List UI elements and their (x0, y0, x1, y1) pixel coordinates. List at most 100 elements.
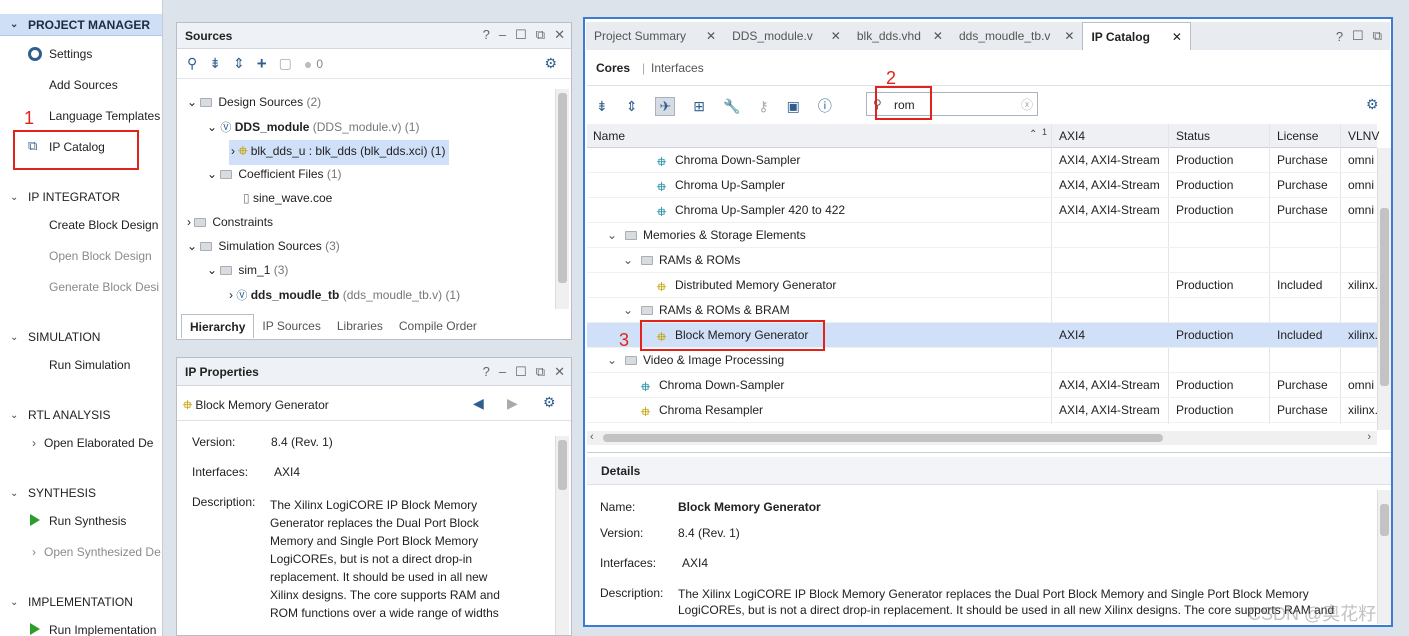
settings-gear-icon[interactable]: ⚙ (1366, 96, 1379, 113)
nav-create-block-design[interactable]: Create Block Design (49, 218, 158, 232)
nav-open-block-design[interactable]: Open Block Design (49, 249, 152, 263)
sort-asc-icon[interactable]: ⌃ (1029, 129, 1037, 140)
tab-ip-catalog[interactable]: IP Catalog ✕ (1082, 22, 1191, 50)
subtab-interfaces[interactable]: Interfaces (651, 61, 704, 75)
tab-dds-module-v[interactable]: DDS_module.v ✕ (724, 22, 849, 50)
column-header-license[interactable]: License (1277, 129, 1318, 143)
scroll-thumb[interactable] (1380, 504, 1389, 536)
collapse-all-icon[interactable]: ⇟ (596, 98, 608, 115)
nav-run-implementation[interactable]: Run Implementation (49, 623, 156, 636)
close-icon[interactable]: ✕ (831, 29, 841, 43)
info-icon[interactable]: ⓘ (818, 96, 832, 116)
section-rtl-analysis[interactable]: ⌄ RTL ANALYSIS (0, 404, 162, 426)
tree-constraints[interactable]: › Constraints (187, 215, 273, 229)
scroll-right-icon[interactable]: › (1367, 431, 1371, 443)
float-icon[interactable]: ⧉ (1373, 28, 1382, 44)
expand-all-icon[interactable]: ⇕ (233, 55, 245, 72)
nav-language-templates[interactable]: Language Templates (49, 109, 160, 123)
chevron-down-icon[interactable]: ⌄ (607, 353, 617, 367)
section-simulation[interactable]: ⌄ SIMULATION (0, 326, 162, 348)
float-icon[interactable]: ⧉ (536, 364, 545, 380)
clear-icon[interactable]: ⓧ (1021, 96, 1033, 113)
close-icon[interactable]: ✕ (706, 29, 716, 43)
properties-icon[interactable]: ▢ (279, 55, 292, 72)
details-vscrollbar[interactable] (1377, 490, 1391, 624)
tree-dds-module[interactable]: ⌄ Ⓥ DDS_module (DDS_module.v) (1) (207, 119, 419, 135)
tab-hierarchy[interactable]: Hierarchy (181, 314, 255, 338)
tree-design-sources[interactable]: ⌄ Design Sources (2) (187, 95, 321, 109)
minimize-icon[interactable]: – (499, 27, 506, 43)
tree-coefficient-files[interactable]: ⌄ Coefficient Files (1) (207, 167, 342, 181)
help-icon[interactable]: ? (483, 27, 490, 43)
tab-compile-order[interactable]: Compile Order (391, 314, 485, 338)
table-row[interactable]: ⯐ Chroma Resampler AXI4, AXI4-Stream Produc… (587, 398, 1378, 423)
close-icon[interactable]: ✕ (1172, 30, 1182, 44)
maximize-icon[interactable]: ☐ (515, 27, 527, 43)
tree-blk-dds[interactable]: › ⯐ blk_dds_u : blk_dds (blk_dds.xci) (1… (229, 140, 450, 165)
column-header-vlnv[interactable]: VLNV (1348, 129, 1379, 143)
wrench-icon[interactable]: 🔧 (723, 98, 740, 115)
section-project-manager[interactable]: ⌄ PROJECT MANAGER (0, 14, 162, 36)
table-row[interactable]: ⯐ Distributed Memory Generator Production I… (587, 273, 1378, 298)
search-icon[interactable]: ⚲ (187, 55, 197, 72)
scroll-thumb[interactable] (1380, 208, 1389, 386)
table-row-group[interactable]: ⌄ RAMs & ROMs (587, 248, 1377, 273)
settings-gear-icon[interactable]: ⚙ (544, 55, 557, 72)
maximize-icon[interactable]: ☐ (515, 364, 527, 380)
minimize-icon[interactable]: – (499, 364, 506, 380)
settings-gear-icon[interactable]: ⚙ (543, 394, 556, 411)
column-header-name[interactable]: Name (593, 129, 625, 143)
hierarchy-icon[interactable]: ⊞ (693, 98, 705, 115)
nav-run-simulation[interactable]: Run Simulation (49, 358, 130, 372)
forward-arrow-icon[interactable]: ▶ (507, 395, 518, 412)
scroll-thumb[interactable] (558, 93, 567, 283)
float-icon[interactable]: ⧉ (536, 27, 545, 43)
chevron-down-icon[interactable]: ⌄ (623, 303, 633, 317)
key-icon[interactable]: ⚷ (758, 98, 768, 115)
section-synthesis[interactable]: ⌄ SYNTHESIS (0, 482, 162, 504)
close-icon[interactable]: ✕ (933, 29, 943, 43)
expand-all-icon[interactable]: ⇕ (626, 98, 638, 115)
chevron-down-icon[interactable]: ⌄ (607, 228, 617, 242)
chip-icon[interactable]: ▣ (787, 98, 800, 115)
nav-open-synthesized[interactable]: › Open Synthesized De (32, 545, 161, 559)
close-icon[interactable]: ✕ (1064, 29, 1074, 43)
add-icon[interactable]: + (257, 54, 267, 74)
section-implementation[interactable]: ⌄ IMPLEMENTATION (0, 591, 162, 613)
nav-run-synthesis[interactable]: Run Synthesis (49, 514, 126, 528)
nav-generate-block-design[interactable]: Generate Block Desi (49, 280, 159, 294)
nav-settings[interactable]: Settings (49, 47, 92, 61)
scroll-left-icon[interactable]: ‹ (590, 431, 594, 443)
sources-scrollbar[interactable] (555, 89, 569, 309)
tab-libraries[interactable]: Libraries (329, 314, 391, 338)
tree-dds-moudle-tb[interactable]: › Ⓥ dds_moudle_tb (dds_moudle_tb.v) (1) (229, 287, 460, 303)
close-icon[interactable]: ✕ (554, 27, 565, 43)
table-row-group[interactable]: ⌄ Video & Image Processing (587, 348, 1377, 373)
maximize-icon[interactable]: ☐ (1352, 28, 1364, 44)
table-row[interactable]: ⯐ Chroma Down-Sampler AXI4, AXI4-Stream Pro… (587, 373, 1377, 398)
collapse-all-icon[interactable]: ⇟ (209, 55, 221, 72)
scroll-thumb[interactable] (558, 440, 567, 490)
table-row[interactable]: ⯐ Chroma Up-Sampler AXI4, AXI4-Stream Produ… (587, 173, 1377, 198)
table-row-group[interactable]: ⌄ Memories & Storage Elements (587, 223, 1377, 248)
tab-project-summary[interactable]: Project Summary ✕ (586, 22, 724, 50)
tree-sim-1[interactable]: ⌄ sim_1 (3) (207, 263, 288, 277)
table-vscrollbar[interactable] (1377, 148, 1391, 430)
close-icon[interactable]: ✕ (554, 364, 565, 380)
chevron-down-icon[interactable]: ⌄ (623, 253, 633, 267)
scroll-thumb[interactable] (603, 434, 1163, 442)
table-hscrollbar[interactable]: ‹ › (587, 431, 1377, 445)
section-ip-integrator[interactable]: ⌄ IP INTEGRATOR (0, 186, 162, 208)
nav-open-elaborated[interactable]: › Open Elaborated De (32, 436, 153, 450)
tab-blk-dds-vhd[interactable]: blk_dds.vhd ✕ (849, 22, 951, 50)
column-header-axi4[interactable]: AXI4 (1059, 129, 1085, 143)
column-header-status[interactable]: Status (1176, 129, 1210, 143)
nav-add-sources[interactable]: Add Sources (49, 78, 118, 92)
table-row[interactable]: ⯐ Chroma Down-Sampler AXI4, AXI4-Stream Pro… (587, 148, 1377, 173)
back-arrow-icon[interactable]: ◀ (473, 395, 484, 412)
filter-icon[interactable]: ✈ (655, 96, 676, 116)
tab-dds-moudle-tb-v[interactable]: dds_moudle_tb.v ✕ (951, 22, 1082, 50)
table-row[interactable]: ⯐ Chroma Up-Sampler 420 to 422 AXI4, AXI4-… (587, 198, 1377, 223)
tree-sine-wave[interactable]: ▯ sine_wave.coe (243, 191, 332, 205)
subtab-cores[interactable]: Cores (596, 61, 630, 75)
